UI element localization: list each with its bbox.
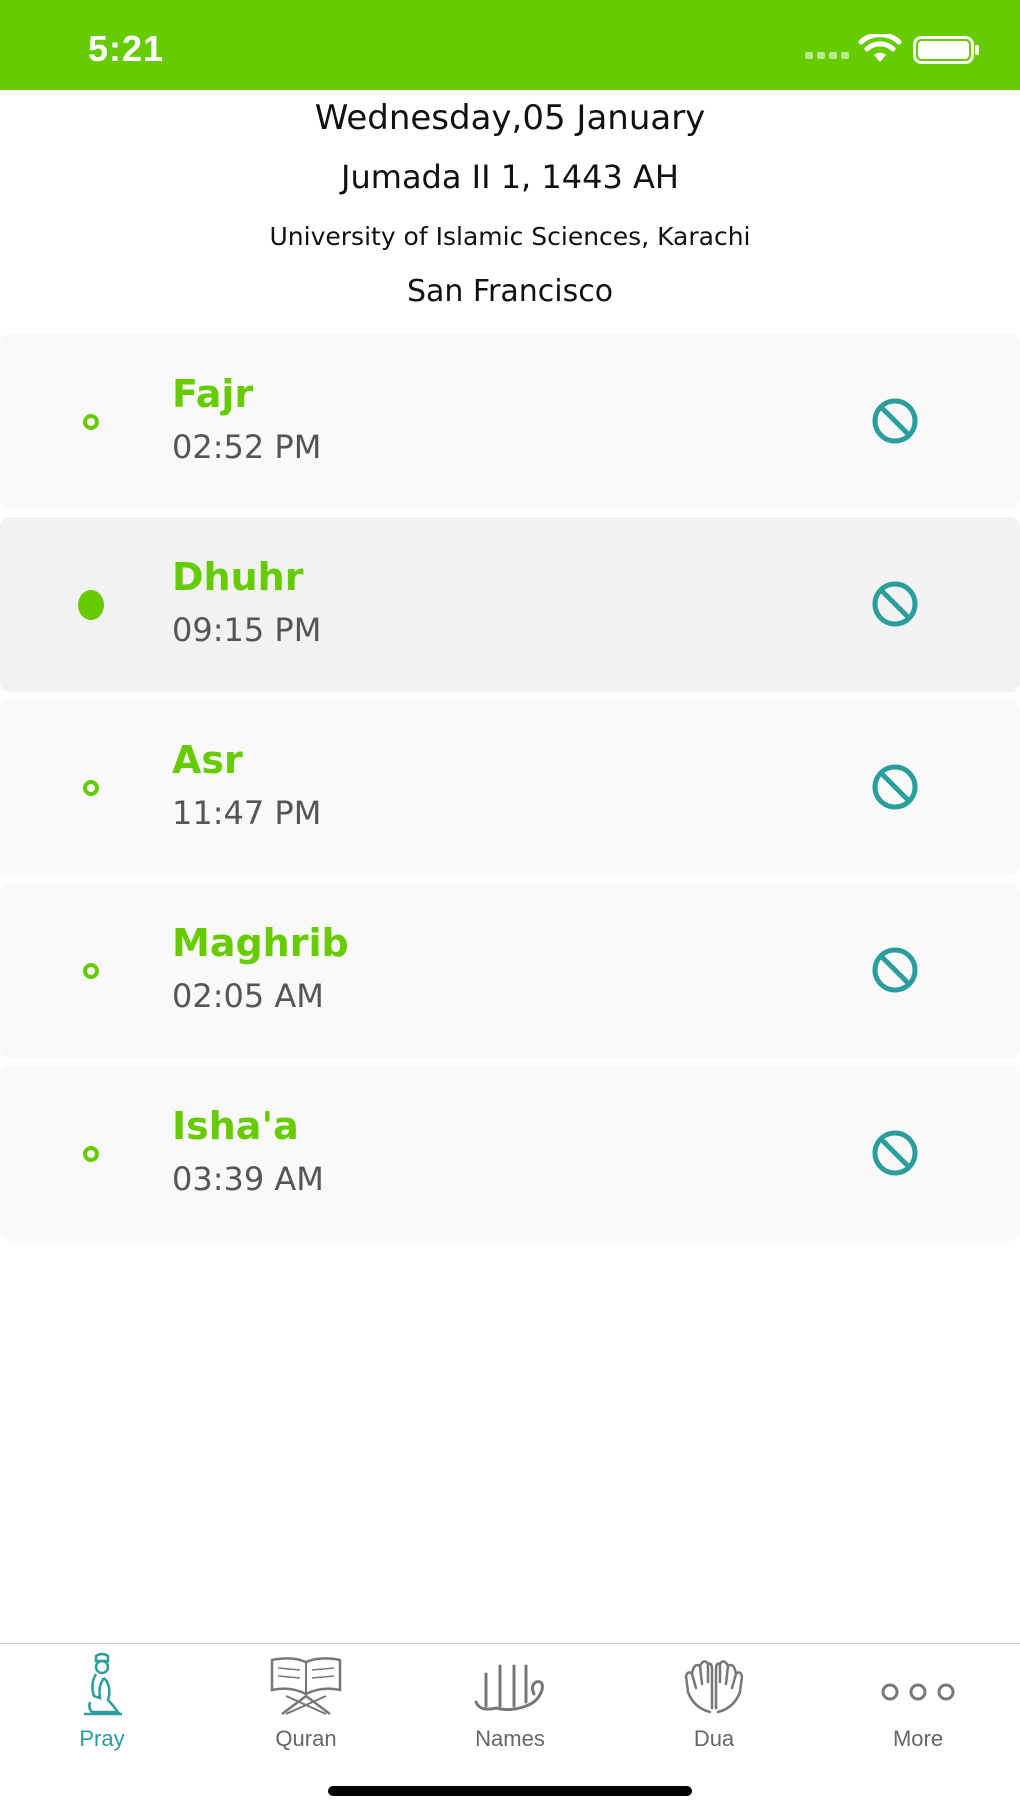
- prayer-name: Isha'a: [172, 1104, 299, 1148]
- tab-label: Names: [475, 1726, 545, 1751]
- prayer-name: Dhuhr: [172, 555, 304, 599]
- tab-dua[interactable]: Dua: [612, 1644, 816, 1764]
- prayer-list: Fajr 02:52 PM Dhuhr 09:15 PM Asr 11:47 P…: [0, 334, 1020, 1249]
- prayer-time: 11:47 PM: [172, 794, 322, 832]
- praying-person-icon: [84, 1652, 122, 1716]
- prayer-time: 03:39 AM: [172, 1160, 324, 1198]
- tab-label: Pray: [79, 1726, 125, 1751]
- mute-icon[interactable]: [870, 945, 920, 995]
- status-bar: 5:21: [0, 0, 1020, 90]
- mute-icon[interactable]: [870, 579, 920, 629]
- mute-icon[interactable]: [870, 1128, 920, 1178]
- prayer-status-indicator: [78, 590, 104, 620]
- calculation-method: University of Islamic Sciences, Karachi: [269, 222, 751, 251]
- allah-calligraphy-icon: [474, 1664, 544, 1712]
- cellular-signal-icon: [805, 52, 849, 59]
- more-dots-icon: [881, 1683, 955, 1701]
- home-indicator[interactable]: [328, 1786, 692, 1796]
- hijri-date: Jumada II 1, 1443 AH: [341, 158, 679, 196]
- mute-icon[interactable]: [870, 396, 920, 446]
- prayer-status-indicator: [78, 409, 104, 435]
- prayer-time: 02:52 PM: [172, 428, 322, 466]
- prayer-row-maghrib[interactable]: Maghrib 02:05 AM: [0, 883, 1020, 1058]
- praying-hands-icon: [684, 1660, 744, 1714]
- tab-more[interactable]: More: [816, 1644, 1020, 1764]
- mute-icon[interactable]: [870, 762, 920, 812]
- prayer-name: Asr: [172, 738, 243, 782]
- wifi-icon: [858, 34, 902, 62]
- prayer-name: Fajr: [172, 372, 254, 416]
- prayer-name: Maghrib: [172, 921, 349, 965]
- city-name: San Francisco: [406, 274, 614, 309]
- prayer-status-indicator: [78, 958, 104, 984]
- prayer-status-indicator: [78, 1141, 104, 1167]
- prayer-row-ishaa[interactable]: Isha'a 03:39 AM: [0, 1066, 1020, 1241]
- status-time: 5:21: [88, 28, 165, 69]
- prayer-time: 02:05 AM: [172, 977, 324, 1015]
- quran-book-icon: [270, 1657, 342, 1715]
- tab-label: Dua: [693, 1726, 735, 1751]
- tab-label: Quran: [275, 1726, 337, 1751]
- prayer-time: 09:15 PM: [172, 611, 322, 649]
- tab-quran[interactable]: Quran: [204, 1644, 408, 1764]
- gregorian-date: Wednesday,05 January: [314, 98, 706, 138]
- battery-icon: [913, 36, 979, 64]
- prayer-row-dhuhr[interactable]: Dhuhr 09:15 PM: [0, 517, 1020, 692]
- tab-pray[interactable]: Pray: [0, 1644, 204, 1764]
- prayer-row-fajr[interactable]: Fajr 02:52 PM: [0, 334, 1020, 509]
- prayer-status-indicator: [78, 775, 104, 801]
- tab-label: More: [892, 1726, 944, 1751]
- prayer-row-asr[interactable]: Asr 11:47 PM: [0, 700, 1020, 875]
- tab-names[interactable]: Names: [408, 1644, 612, 1764]
